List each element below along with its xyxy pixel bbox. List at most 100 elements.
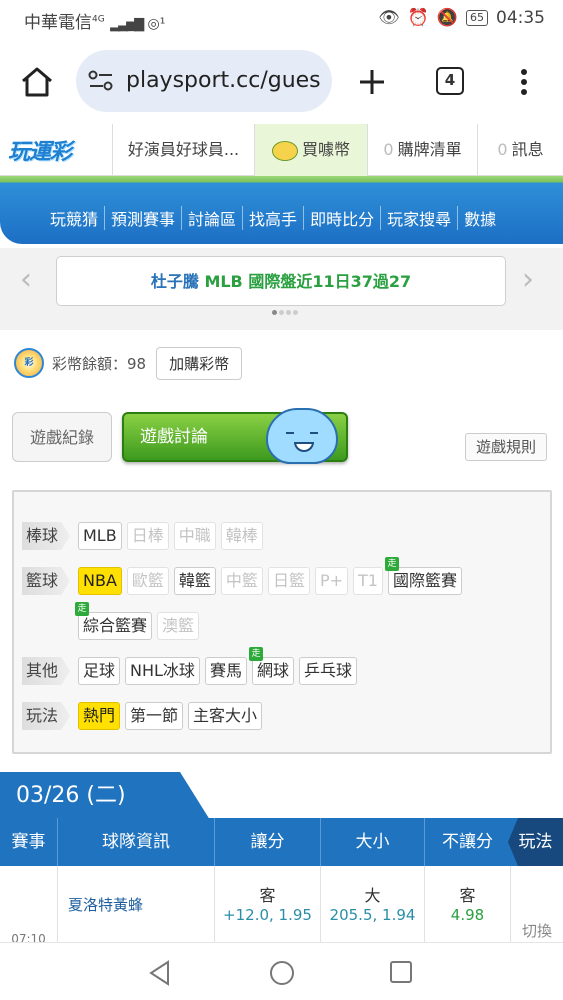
menu-item-live-score[interactable]: 即時比分 — [303, 206, 380, 230]
site-header: 玩運彩 好演員好球員... 買噱幣 0 購牌清單 0 訊息 — [0, 124, 563, 176]
site-settings-icon[interactable] — [88, 70, 114, 92]
mascot-icon — [266, 408, 338, 464]
new-tab-icon[interactable] — [358, 68, 386, 96]
col-header-event: 賽事 — [11, 832, 46, 852]
filter-row-basketball: 籃球 NBA 歐籃 韓籃 中籃 日籃 P+ T1 走國際籃賽 — [22, 557, 467, 595]
walk-badge: 走 — [384, 557, 399, 571]
chip-china-basketball: 中籃 — [220, 567, 263, 595]
filter-row-baseball: 棒球 MLB 日棒 中職 韓棒 — [22, 522, 268, 550]
address-bar[interactable]: playsport.cc/gues — [76, 50, 332, 112]
tab-game-discussion[interactable]: 遊戲討論 — [122, 408, 348, 464]
messages-link[interactable]: 0 訊息 — [477, 124, 563, 176]
menu-item-predict[interactable]: 預測賽事 — [104, 206, 181, 230]
mute-icon: 🔕 — [436, 8, 458, 28]
filter-row-play: 玩法 熱門 第一節 主客大小 — [22, 702, 267, 730]
moneyline-cell[interactable]: 客 4.98 — [424, 866, 510, 946]
chip-korea-basketball[interactable]: 韓籃 — [173, 567, 216, 595]
chip-australia-basketball: 澳籃 — [157, 612, 200, 640]
tab-game-record[interactable]: 遊戲紀錄 — [12, 412, 112, 462]
chip-soccer[interactable]: 足球 — [78, 657, 121, 685]
chip-mixed-basketball[interactable]: 走綜合籃賽 — [75, 602, 153, 640]
chip-cpbl: 中職 — [173, 522, 216, 550]
clock: 04:35 — [496, 8, 545, 28]
alarm-icon: ⏰ — [407, 8, 429, 28]
spread-cell[interactable]: 客 +12.0, 1.95 — [214, 866, 320, 946]
balance-label: 彩幣餘額：98 — [52, 354, 147, 373]
browser-toolbar: playsport.cc/gues 4 — [0, 40, 563, 122]
col-header-total: 大小 — [320, 818, 424, 866]
filter-label-basketball: 籃球 — [22, 567, 70, 595]
lottery-coin-icon: 彩 — [14, 348, 44, 378]
hotspot-icon: ◎¹ — [147, 16, 166, 32]
chevron-left-icon[interactable]: ‹ — [20, 262, 32, 297]
url-text: playsport.cc/gues — [126, 68, 321, 93]
table-row: 07:10 夏洛特黃蜂 客 +12.0, 1.95 大 205.5, 1.94 … — [0, 866, 563, 946]
chip-japan-basketball: 日籃 — [267, 567, 310, 595]
walk-badge: 走 — [75, 602, 89, 616]
chip-npb: 日棒 — [126, 522, 169, 550]
ticker-pagination — [272, 310, 298, 315]
filter-label-play: 玩法 — [22, 702, 70, 730]
switch-cell[interactable]: 切換 — [510, 866, 563, 946]
recents-icon[interactable] — [388, 959, 414, 985]
chip-euro-basketball: 歐籃 — [126, 567, 169, 595]
home-nav-icon[interactable] — [268, 959, 296, 987]
menu-item-player-search[interactable]: 玩家搜尋 — [380, 206, 457, 230]
team-cell: 夏洛特黃蜂 — [57, 866, 214, 946]
purchase-list-link[interactable]: 0 購牌清單 — [367, 124, 477, 176]
game-rules-button[interactable]: 遊戲規則 — [465, 433, 547, 461]
battery-icon: 65 — [466, 10, 488, 26]
walk-badge: 走 — [248, 647, 263, 661]
chip-nhl[interactable]: NHL冰球 — [125, 657, 200, 685]
col-header-spread: 讓分 — [214, 818, 320, 866]
chip-kbo: 韓棒 — [220, 522, 263, 550]
site-logo[interactable]: 玩運彩 — [8, 134, 92, 165]
more-menu-icon[interactable] — [518, 68, 530, 96]
filter-panel: 棒球 MLB 日棒 中職 韓棒 籃球 NBA 歐籃 韓籃 中籃 日籃 P+ T1… — [12, 490, 552, 754]
col-header-play: 玩法 — [508, 818, 563, 866]
schedule-date: 03/26 (二) — [0, 772, 210, 820]
system-nav-bar — [0, 942, 563, 1000]
chip-nba[interactable]: NBA — [78, 567, 122, 595]
eye-icon: 👁 — [378, 8, 400, 28]
menu-item-data[interactable]: 數據 — [457, 206, 502, 230]
chevron-right-icon[interactable]: › — [522, 262, 534, 297]
chip-t1: T1 — [353, 567, 383, 595]
signal-icon: ▂▃▅▇ — [110, 17, 144, 32]
menu-item-experts[interactable]: 找高手 — [242, 206, 303, 230]
status-bar: 中華電信4G ▂▃▅▇ ◎¹ 👁 ⏰ 🔕 65 04:35 — [0, 0, 563, 38]
switch-button[interactable]: 切換 — [511, 920, 563, 941]
coin-balance: 彩 彩幣餘額：98 加購彩幣 — [14, 344, 243, 382]
total-cell[interactable]: 大 205.5, 1.94 — [320, 866, 424, 946]
filter-row-other: 其他 足球 NHL冰球 賽馬 走網球 乒乓球 — [22, 647, 362, 685]
chip-first-quarter[interactable]: 第一節 — [125, 702, 184, 730]
chip-home-away-total[interactable]: 主客大小 — [188, 702, 263, 730]
chip-p-plus: P+ — [314, 567, 349, 595]
col-header-moneyline: 不讓分 — [424, 818, 510, 866]
filter-label-baseball: 棒球 — [22, 522, 70, 550]
chip-intl-basketball[interactable]: 走國際籃賽 — [384, 557, 462, 595]
back-icon[interactable] — [146, 959, 174, 987]
buy-coins-button[interactable]: 買噱幣 — [254, 124, 367, 176]
menu-item-guess[interactable]: 玩競猜 — [44, 206, 104, 230]
carrier-name: 中華電信4G ▂▃▅▇ ◎¹ — [24, 13, 166, 33]
menu-item-forum[interactable]: 討論區 — [181, 206, 242, 230]
filter-label-other: 其他 — [22, 657, 70, 685]
home-icon[interactable] — [20, 66, 54, 98]
main-menu: 玩競猜 預測賽事 討論區 找高手 即時比分 玩家搜尋 數據 — [0, 176, 563, 244]
user-name-link[interactable]: 好演員好球員... — [112, 124, 254, 176]
ticker-banner: ‹ 杜子騰 MLB 國際盤近11日37過27 › — [0, 248, 563, 330]
coin-icon — [271, 140, 298, 161]
team-name[interactable]: 夏洛特黃蜂 — [68, 894, 214, 915]
chip-horse-racing[interactable]: 賽馬 — [204, 657, 247, 685]
col-header-team-info: 球隊資訊 — [57, 818, 214, 866]
tab-switcher-button[interactable]: 4 — [436, 67, 464, 95]
ticker-item[interactable]: 杜子騰 MLB 國際盤近11日37過27 — [56, 256, 506, 306]
buy-more-coins-button[interactable]: 加購彩幣 — [156, 346, 243, 380]
filter-row-basketball-2: 走綜合籃賽 澳籃 — [75, 602, 204, 640]
chip-popular[interactable]: 熱門 — [78, 702, 121, 730]
chip-table-tennis[interactable]: 乒乓球 — [298, 657, 357, 685]
game-time-cell: 07:10 — [11, 932, 46, 946]
chip-mlb[interactable]: MLB — [78, 522, 122, 550]
chip-tennis[interactable]: 走網球 — [248, 647, 294, 685]
